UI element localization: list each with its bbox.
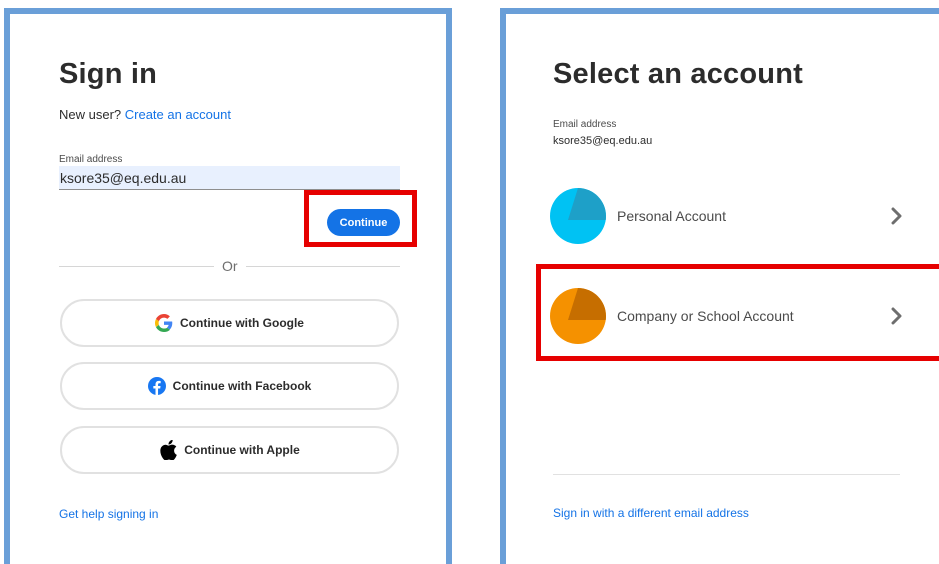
select-account-title: Select an account: [553, 58, 803, 90]
or-separator: Or: [222, 258, 238, 274]
help-signing-in-link[interactable]: Get help signing in: [59, 507, 158, 521]
email-address-value: ksore35@eq.edu.au: [553, 135, 653, 147]
different-email-link[interactable]: Sign in with a different email address: [553, 506, 749, 520]
chevron-right-icon: [889, 207, 905, 225]
account-list-divider: [553, 474, 900, 475]
apple-button-label: Continue with Apple: [184, 443, 300, 457]
continue-with-google-button[interactable]: Continue with Google: [60, 299, 399, 347]
personal-account-avatar-icon: [550, 188, 606, 244]
facebook-button-label: Continue with Facebook: [172, 379, 312, 393]
personal-account-option[interactable]: Personal Account: [550, 186, 905, 246]
company-or-school-account-option[interactable]: Company or School Account: [550, 286, 905, 346]
select-account-panel: Select an account Email address ksore35@…: [500, 8, 939, 564]
continue-with-facebook-button[interactable]: Continue with Facebook: [60, 362, 399, 410]
chevron-right-icon: [889, 307, 905, 325]
email-label: Email address: [59, 154, 123, 165]
continue-button[interactable]: Continue: [327, 209, 400, 236]
company-account-label: Company or School Account: [617, 308, 794, 324]
create-account-link[interactable]: Create an account: [125, 107, 231, 122]
personal-account-label: Personal Account: [617, 208, 726, 224]
sign-in-panel: Sign in New user? Create an account Emai…: [4, 8, 452, 564]
google-icon: [155, 314, 173, 332]
email-label: Email address: [553, 119, 617, 130]
new-user-text: New user? Create an account: [59, 107, 231, 122]
company-account-avatar-icon: [550, 288, 606, 344]
email-input[interactable]: [59, 166, 400, 190]
divider-left: [59, 266, 214, 267]
new-user-label: New user?: [59, 107, 125, 122]
divider-right: [246, 266, 400, 267]
sign-in-title: Sign in: [59, 58, 158, 90]
google-button-label: Continue with Google: [180, 316, 304, 330]
continue-with-apple-button[interactable]: Continue with Apple: [60, 426, 399, 474]
facebook-icon: [147, 377, 166, 395]
apple-icon: [159, 440, 177, 460]
